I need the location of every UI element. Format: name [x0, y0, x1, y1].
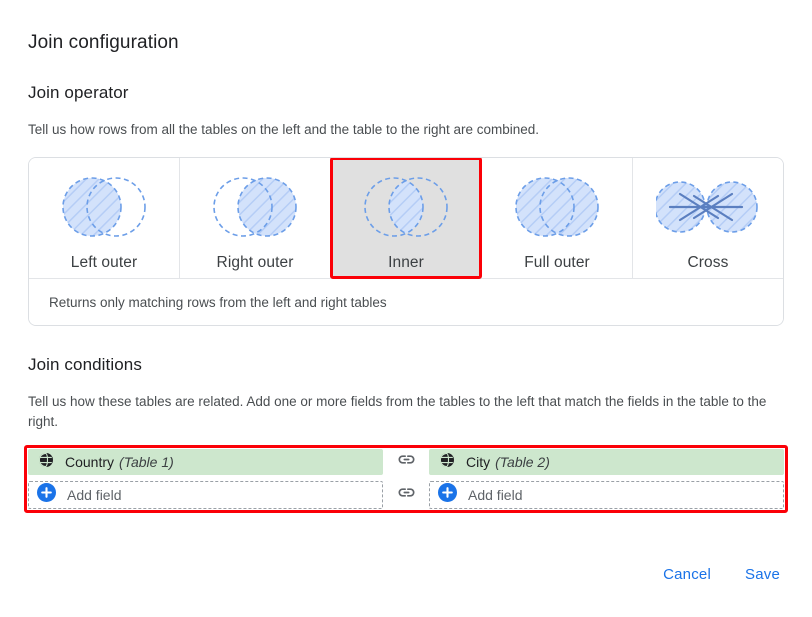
- join-operator-label: Inner: [388, 254, 424, 272]
- join-operator-option-right-outer[interactable]: Right outer: [180, 158, 331, 278]
- join-operator-option-inner[interactable]: Inner: [331, 158, 482, 278]
- venn-cross-icon: [656, 174, 760, 245]
- join-operator-heading: Join operator: [28, 54, 784, 103]
- right-field-name: City: [466, 454, 490, 470]
- left-field-table: (Table 1): [119, 454, 174, 470]
- right-add-field-label: Add field: [468, 487, 522, 503]
- plus-circle-icon: [438, 483, 457, 507]
- left-add-field-label: Add field: [67, 487, 121, 503]
- link-icon[interactable]: [396, 449, 417, 475]
- globe-icon: [439, 452, 455, 473]
- join-operator-label: Left outer: [71, 254, 138, 272]
- join-operator-helper-text: Tell us how rows from all the tables on …: [28, 103, 772, 140]
- join-configuration-dialog: Join configuration Join operator Tell us…: [0, 0, 812, 617]
- join-conditions-heading: Join conditions: [28, 326, 784, 375]
- page-title: Join configuration: [28, 0, 784, 54]
- left-field-name: Country: [65, 454, 114, 470]
- right-add-field-button[interactable]: Add field: [429, 481, 784, 509]
- join-operator-selector: Left outer: [28, 157, 784, 326]
- venn-inner-icon: [354, 174, 458, 245]
- globe-icon: [38, 452, 54, 473]
- dialog-footer: Cancel Save: [651, 558, 784, 591]
- link-slot-row-1: [396, 449, 417, 475]
- join-operator-options: Left outer: [29, 158, 783, 278]
- plus-circle-icon: [37, 483, 56, 507]
- right-field-chip[interactable]: City (Table 2): [429, 449, 784, 475]
- right-field-table: (Table 2): [495, 454, 550, 470]
- join-operator-description: Returns only matching rows from the left…: [29, 278, 783, 325]
- join-conditions-helper-text: Tell us how these tables are related. Ad…: [28, 375, 772, 432]
- join-operator-label: Cross: [688, 254, 729, 272]
- join-operator-option-full-outer[interactable]: Full outer: [482, 158, 633, 278]
- join-operator-option-cross[interactable]: Cross: [633, 158, 783, 278]
- venn-right-outer-icon: [203, 174, 307, 245]
- venn-full-outer-icon: [505, 174, 609, 245]
- join-conditions-link-column: [383, 449, 429, 509]
- join-conditions-left-column: Country (Table 1) Add field: [28, 449, 383, 509]
- left-field-chip[interactable]: Country (Table 1): [28, 449, 383, 475]
- save-button[interactable]: Save: [733, 558, 784, 591]
- join-conditions-right-column: City (Table 2) Add field: [429, 449, 784, 509]
- venn-left-outer-icon: [52, 174, 156, 245]
- join-operator-label: Full outer: [524, 254, 590, 272]
- link-icon[interactable]: [396, 482, 417, 508]
- join-operator-label: Right outer: [217, 254, 294, 272]
- link-slot-row-2: [396, 481, 417, 509]
- left-add-field-button[interactable]: Add field: [28, 481, 383, 509]
- join-operator-option-left-outer[interactable]: Left outer: [29, 158, 180, 278]
- join-conditions-editor: Country (Table 1) Add field: [28, 449, 784, 509]
- cancel-button[interactable]: Cancel: [651, 558, 723, 591]
